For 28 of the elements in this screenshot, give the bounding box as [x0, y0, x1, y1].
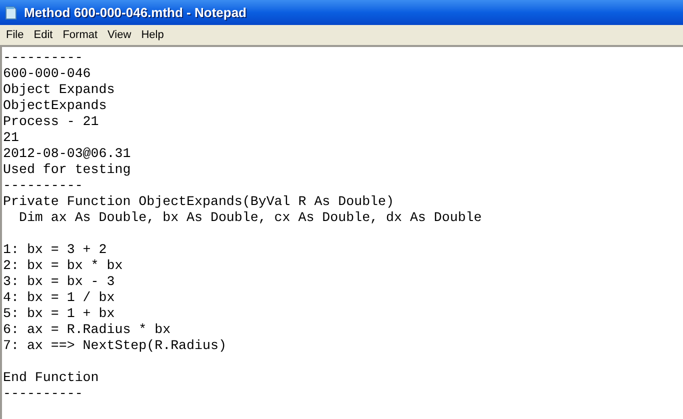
text-line: ---------- [3, 50, 83, 66]
text-line: Used for testing [3, 162, 131, 178]
menu-item[interactable]: Help [136, 26, 169, 44]
text-line: Private Function ObjectExpands(ByVal R As Double) [3, 194, 394, 210]
text-line: 2012-08-03@06.31 [3, 146, 131, 162]
text-line: 6: ax = R.Radius * bx [3, 322, 171, 338]
text-area[interactable] [0, 45, 683, 419]
text-line: 4: bx = 1 / bx [3, 290, 115, 306]
menu-item[interactable]: File [1, 26, 29, 44]
text-line: 3: bx = bx - 3 [3, 274, 115, 290]
text-line: Object Expands [3, 82, 115, 98]
menu-item[interactable]: View [102, 26, 136, 44]
text-line: Dim ax As Double, bx As Double, cx As Double, dx As Double [18, 210, 482, 226]
text-line: 21 [3, 130, 19, 146]
text-line: 7: ax ==> NextStep(R.Radius) [3, 338, 226, 354]
text-line: 1: bx = 3 + 2 [3, 242, 107, 258]
text-line: End Function [3, 370, 99, 386]
notepad-icon [3, 4, 19, 20]
menu-item[interactable]: Format [58, 26, 103, 44]
text-line: ---------- [3, 178, 83, 194]
text-line: ---------- [3, 386, 83, 402]
menu-item[interactable]: Edit [28, 26, 58, 44]
window-title: Method 600-000-046.mthd - Notepad [24, 4, 246, 22]
text-line: ObjectExpands [3, 98, 107, 114]
text-line: 600-000-046 [3, 66, 91, 82]
text-line: 5: bx = 1 + bx [3, 306, 115, 322]
text-line: Process - 21 [3, 114, 99, 130]
text-line: 2: bx = bx * bx [3, 258, 123, 274]
